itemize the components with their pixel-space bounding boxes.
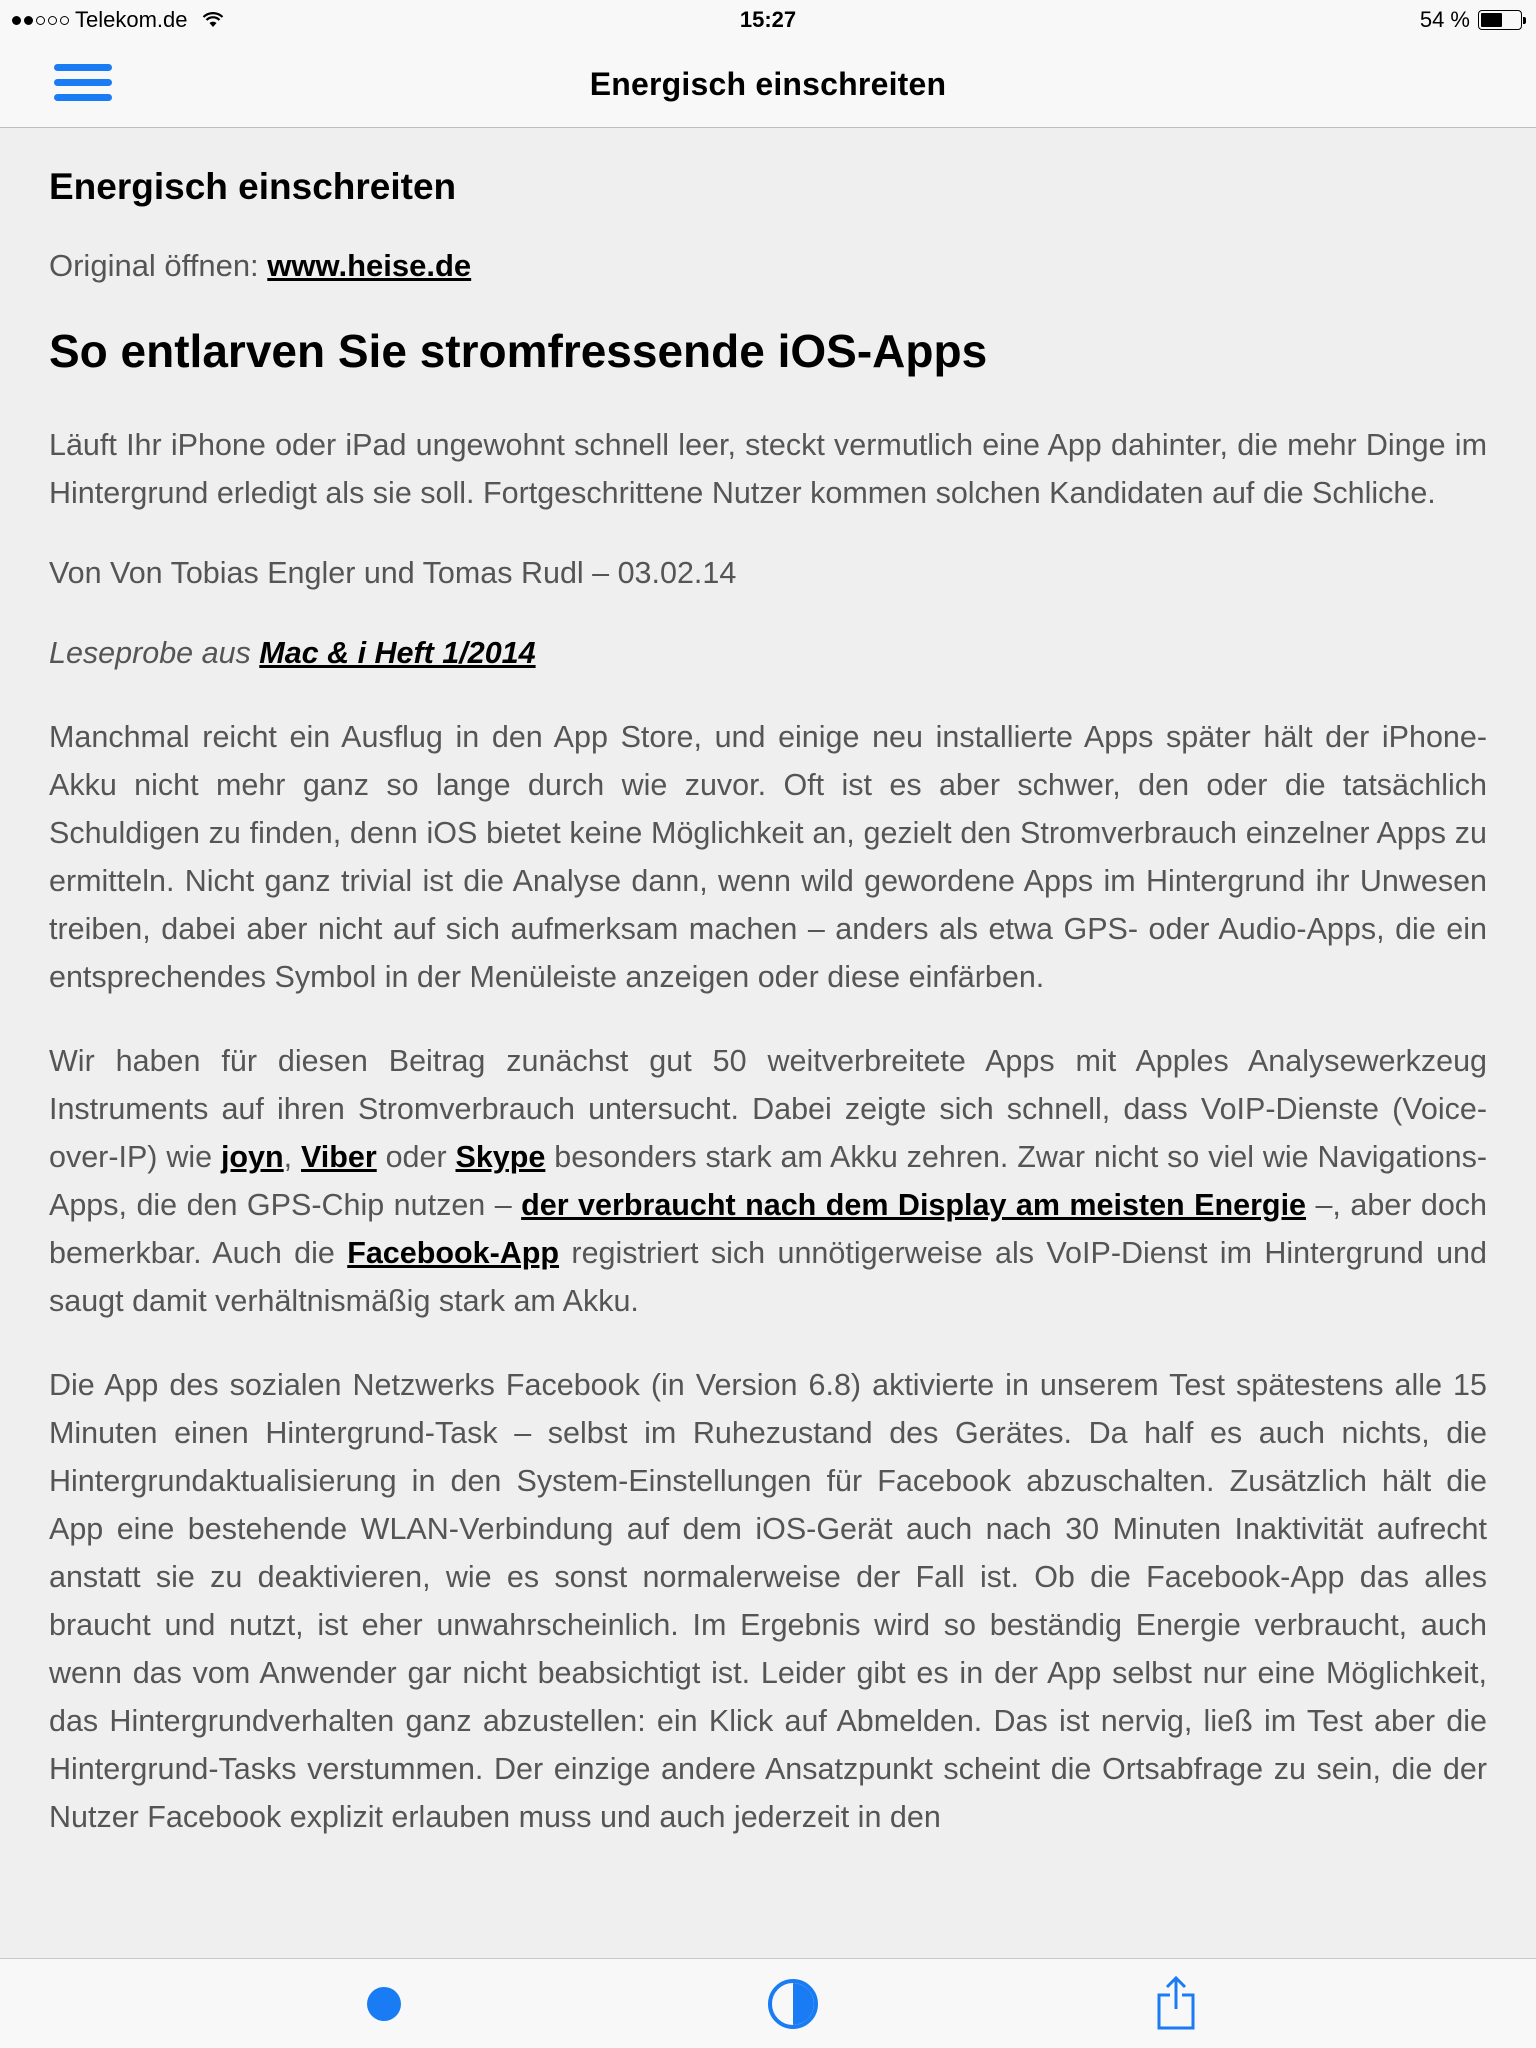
article-byline: Von Von Tobias Engler und Tomas Rudl – 0… bbox=[49, 556, 737, 591]
paragraph-2: Wir haben für diesen Beitrag zunächst gu… bbox=[49, 1037, 1487, 1325]
original-link[interactable]: www.heise.de bbox=[267, 248, 471, 283]
nav-title: Energisch einschreiten bbox=[589, 66, 947, 102]
status-bar: Telekom.de 15:27 54 % bbox=[0, 0, 1536, 40]
article-content: Energisch einschreiten Original öffnen: … bbox=[49, 128, 1487, 1841]
original-prefix: Original öffnen: bbox=[49, 248, 268, 283]
battery-icon bbox=[1478, 10, 1526, 30]
display-energy-link[interactable]: der verbraucht nach dem Display am meist… bbox=[521, 1188, 1306, 1222]
contrast-icon[interactable] bbox=[768, 1979, 818, 2029]
status-right: 54 % bbox=[1419, 7, 1526, 33]
source-prefix: Leseprobe aus bbox=[49, 636, 260, 671]
source-link[interactable]: Mac & i Heft 1/2014 bbox=[259, 636, 535, 670]
joyn-link[interactable]: joyn bbox=[221, 1140, 284, 1174]
navigation-bar: Energisch einschreiten bbox=[0, 40, 1536, 128]
article-heading: Energisch einschreiten bbox=[49, 166, 457, 207]
original-source-line: Original öffnen: www.heise.de bbox=[49, 248, 1487, 284]
battery-fill bbox=[1481, 13, 1502, 27]
article-title: So entlarven Sie stromfressende iOS-Apps bbox=[49, 325, 988, 377]
p2-text-3: oder bbox=[376, 1140, 456, 1175]
bottom-toolbar bbox=[0, 1958, 1536, 2048]
facebook-app-link[interactable]: Facebook-App bbox=[347, 1236, 559, 1270]
skype-link[interactable]: Skype bbox=[456, 1140, 546, 1174]
paragraph-1: Manchmal reicht ein Ausflug in den App S… bbox=[49, 720, 1487, 995]
article-intro: Läuft Ihr iPhone oder iPad ungewohnt sch… bbox=[49, 428, 1487, 511]
share-icon[interactable] bbox=[1156, 1975, 1196, 2031]
status-time: 15:27 bbox=[739, 7, 797, 32]
p2-text-2: , bbox=[283, 1140, 301, 1175]
battery-percent: 54 % bbox=[1419, 7, 1470, 32]
dot-icon[interactable] bbox=[367, 1987, 401, 2021]
article-source: Leseprobe aus Mac & i Heft 1/2014 bbox=[49, 629, 1487, 677]
viber-link[interactable]: Viber bbox=[301, 1140, 377, 1174]
paragraph-3: Die App des sozialen Netzwerks Facebook … bbox=[49, 1368, 1487, 1835]
